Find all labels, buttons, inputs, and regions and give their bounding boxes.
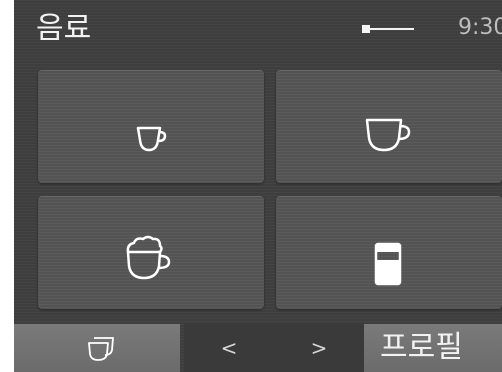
cappuccino-tile[interactable] — [38, 196, 264, 309]
prev-page-button[interactable]: < — [184, 324, 274, 372]
bottom-bar: < > 프로필 — [14, 324, 502, 372]
page-title: 음료 — [36, 11, 92, 46]
status-bar: 음료 9:30 — [14, 0, 502, 58]
latte-macchiato-tile[interactable] — [276, 196, 502, 309]
next-label: > — [310, 336, 328, 360]
cappuccino-cup-icon — [126, 235, 171, 280]
profile-button[interactable]: 프로필 — [364, 324, 502, 372]
profile-label: 프로필 — [380, 330, 463, 365]
slider-indicator-icon — [362, 25, 414, 33]
coffee-cup-icon — [365, 118, 411, 152]
two-cups-icon — [88, 337, 114, 361]
clock: 9:30 — [458, 15, 502, 40]
next-page-button[interactable]: > — [274, 324, 364, 372]
coffee-tile[interactable] — [276, 70, 502, 183]
espresso-cup-icon — [136, 126, 167, 152]
latte-glass-icon — [374, 242, 402, 286]
espresso-tile[interactable] — [38, 70, 264, 183]
cups-button[interactable] — [14, 324, 180, 372]
prev-label: < — [220, 336, 238, 360]
coffee-machine-screen: 음료 9:30 < > 프로필 — [14, 0, 502, 372]
